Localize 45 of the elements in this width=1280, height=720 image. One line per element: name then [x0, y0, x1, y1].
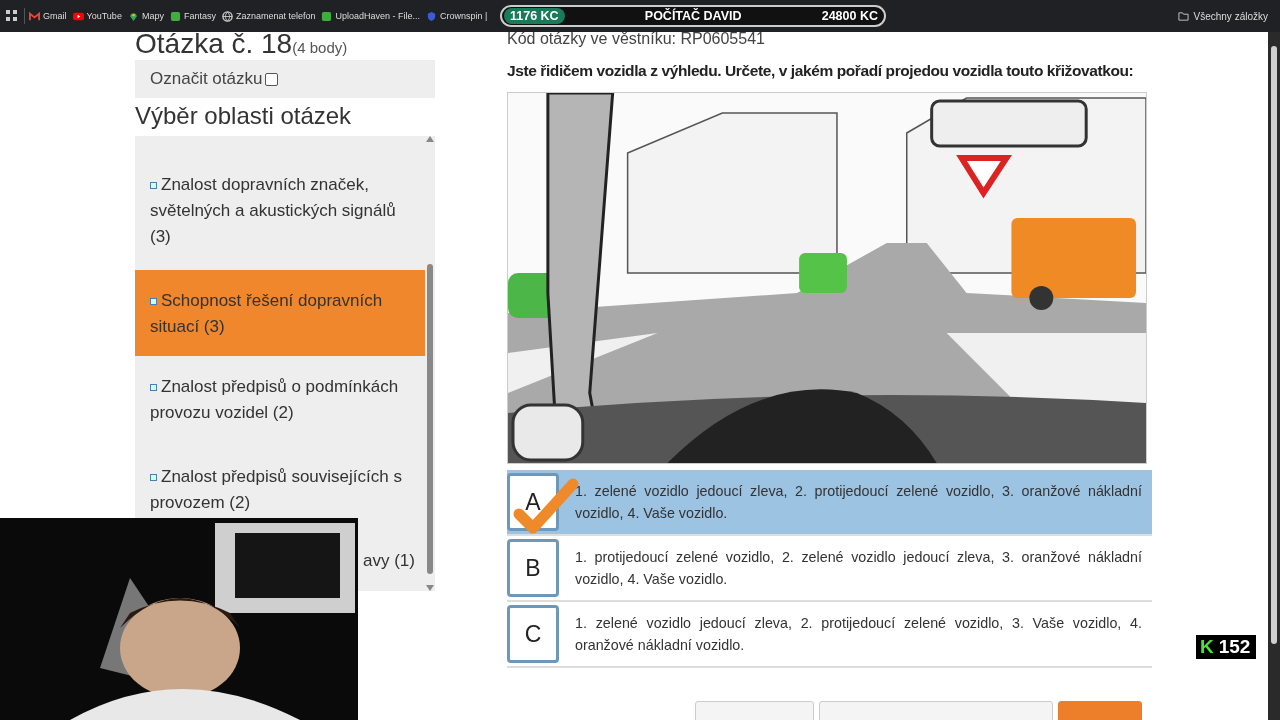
app-icon	[321, 10, 333, 22]
area-item[interactable]: Znalost předpisů o podmínkách provozu vozidel (2)	[135, 356, 425, 426]
pin-icon	[127, 10, 139, 22]
bookmark[interactable]: Crownspin |	[424, 10, 490, 22]
apps-icon[interactable]	[6, 10, 18, 22]
bookmark[interactable]: Mapy	[125, 10, 166, 22]
answer-text: 1. protijedoucí zelené vozidlo, 2. zelené vozidlo jedoucí zleva, 3. oranžové nákladní vozidlo, 4. Vaše vozidlo.	[575, 548, 1142, 589]
all-bookmarks-button[interactable]: Všechny záložky	[1171, 9, 1274, 23]
shield-icon	[426, 10, 438, 22]
bookmark[interactable]: UploadHaven - File...	[319, 10, 423, 22]
left-score: 1176 KC	[504, 8, 565, 24]
right-score: 24800 KC	[821, 9, 878, 23]
folder-icon	[1177, 10, 1189, 22]
area-item[interactable]: Znalost předpisů souvisejících s provozem (2)	[135, 446, 425, 516]
overlay-title: POČÍTAČ DAVID	[644, 9, 742, 23]
points-label: (4 body)	[292, 39, 348, 56]
bookmark[interactable]: Zaznamenat telefon	[219, 10, 318, 22]
scroll-up-icon[interactable]	[426, 136, 434, 142]
answer-letter: B	[507, 539, 559, 597]
checkbox[interactable]	[265, 72, 279, 86]
answer-option[interactable]: B 1. protijedoucí zelené vozidlo, 2. zelené vozidlo jedoucí zleva, 3. oranžové nákladní vozidlo, 4. Vaše vozidlo.	[507, 536, 1152, 602]
app-icon	[169, 10, 181, 22]
question-code: Kód otázky ve věstníku: RP0605541	[507, 30, 766, 49]
bookmark[interactable]: YouTube	[70, 10, 124, 22]
answer-letter: C	[507, 605, 559, 663]
scrollbar[interactable]	[425, 136, 435, 591]
area-item[interactable]: Schopnost řešení dopravních situací (3)	[135, 270, 425, 356]
question-text: Jste řidičem vozidla z výhledu. Určete, v jakém pořadí projedou vozidla touto křižovatkou:	[507, 62, 1134, 80]
play-icon	[72, 10, 84, 22]
bookmark[interactable]: Fantasy	[167, 10, 218, 22]
answer-option[interactable]: A 1. zelené vozidlo jedoucí zleva, 2. protijedoucí zelené vozidlo, 3. oranžové nákladní vozidlo, 4. Vaše vozidlo.	[507, 470, 1152, 536]
scrollbar[interactable]	[1268, 32, 1280, 720]
counter-badge: K 152	[1196, 635, 1257, 659]
answer-text: 1. zelené vozidlo jedoucí zleva, 2. protijedoucí zelené vozidlo, 3. Vaše vozidlo, 4. oranžové nákladní vozidlo.	[575, 614, 1142, 655]
mail-icon	[29, 10, 40, 22]
mark-question-label: Označit otázku	[150, 69, 263, 89]
area-item[interactable]: Znalost dopravních značek, světelných a akustických signálů (3)	[135, 136, 425, 250]
scroll-down-icon[interactable]	[426, 585, 434, 591]
area-item[interactable]: avy (1)	[363, 548, 415, 574]
section-heading: Výběr oblasti otázek	[135, 102, 353, 130]
answer-option[interactable]: C 1. zelené vozidlo jedoucí zleva, 2. protijedoucí zelené vozidlo, 3. Vaše vozidlo, 4. oranžové nákladní vozidlo.	[507, 602, 1152, 668]
answer-text: 1. zelené vozidlo jedoucí zleva, 2. protijedoucí zelené vozidlo, 3. oranžové nákladní vozidlo, 4. Vaše vozidlo.	[575, 482, 1142, 523]
bookmark[interactable]: Gmail	[27, 10, 69, 22]
globe-icon	[221, 10, 233, 22]
question-title: Otázka č. 18	[135, 28, 293, 60]
